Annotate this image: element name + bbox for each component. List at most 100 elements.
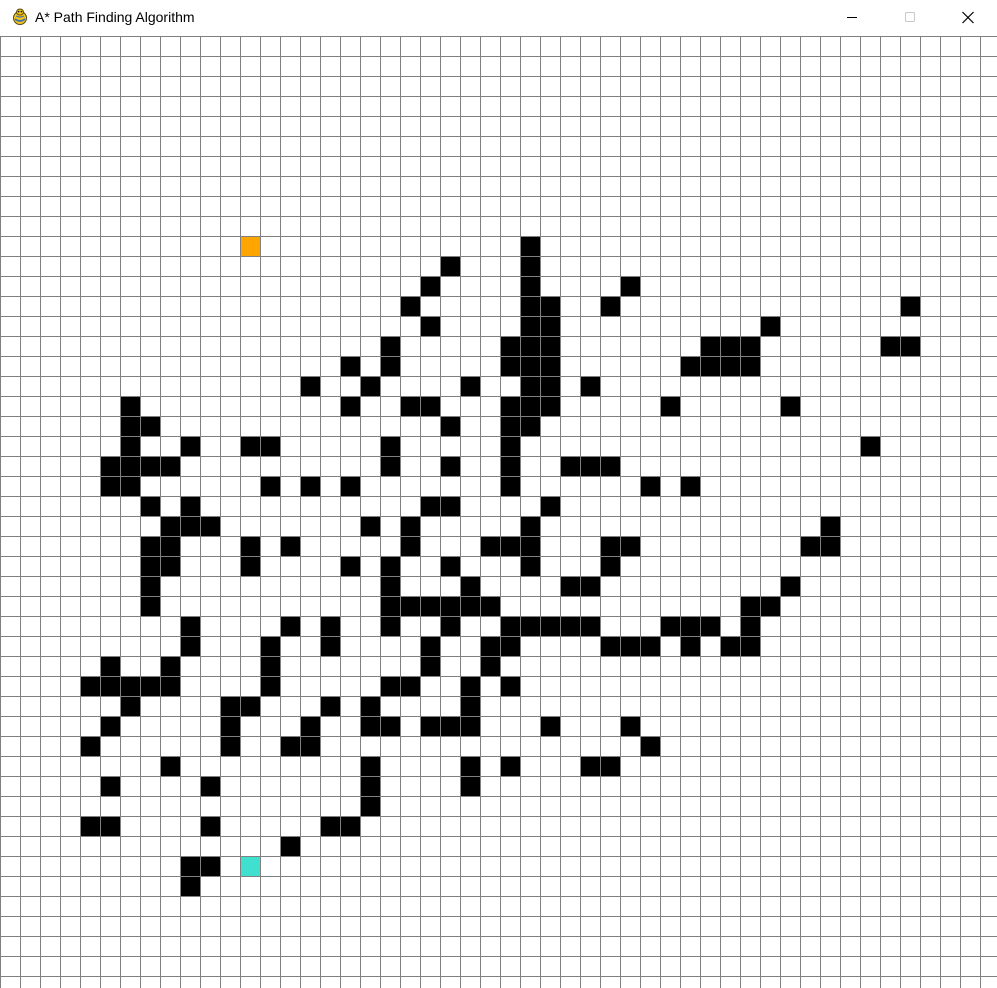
barrier-cell[interactable] [340,476,360,496]
title-bar[interactable]: A* Path Finding Algorithm [0,0,997,36]
barrier-cell[interactable] [360,776,380,796]
barrier-cell[interactable] [680,636,700,656]
barrier-cell[interactable] [140,536,160,556]
barrier-cell[interactable] [120,436,140,456]
barrier-cell[interactable] [520,276,540,296]
barrier-cell[interactable] [400,676,420,696]
barrier-cell[interactable] [760,596,780,616]
barrier-cell[interactable] [620,636,640,656]
barrier-cell[interactable] [600,536,620,556]
barrier-cell[interactable] [360,716,380,736]
barrier-cell[interactable] [120,696,140,716]
barrier-cell[interactable] [720,636,740,656]
barrier-cell[interactable] [220,716,240,736]
barrier-cell[interactable] [280,736,300,756]
barrier-cell[interactable] [100,776,120,796]
barrier-cell[interactable] [500,396,520,416]
barrier-cell[interactable] [680,476,700,496]
barrier-cell[interactable] [580,456,600,476]
barrier-cell[interactable] [200,856,220,876]
barrier-cell[interactable] [480,656,500,676]
end-node[interactable] [240,856,260,876]
barrier-cell[interactable] [500,536,520,556]
barrier-cell[interactable] [520,296,540,316]
barrier-cell[interactable] [120,456,140,476]
barrier-cell[interactable] [380,456,400,476]
barrier-cell[interactable] [380,676,400,696]
barrier-cell[interactable] [160,556,180,576]
barrier-cell[interactable] [680,616,700,636]
barrier-cell[interactable] [260,436,280,456]
barrier-cell[interactable] [500,456,520,476]
barrier-cell[interactable] [240,696,260,716]
barrier-cell[interactable] [240,436,260,456]
barrier-cell[interactable] [500,636,520,656]
barrier-cell[interactable] [140,576,160,596]
barrier-cell[interactable] [100,476,120,496]
barrier-cell[interactable] [620,276,640,296]
barrier-cell[interactable] [140,416,160,436]
barrier-cell[interactable] [180,496,200,516]
barrier-cell[interactable] [780,396,800,416]
barrier-cell[interactable] [420,496,440,516]
barrier-cell[interactable] [300,716,320,736]
barrier-cell[interactable] [360,376,380,396]
barrier-cell[interactable] [100,676,120,696]
close-button[interactable] [939,0,997,36]
barrier-cell[interactable] [580,376,600,396]
barrier-cell[interactable] [540,356,560,376]
barrier-cell[interactable] [120,416,140,436]
barrier-cell[interactable] [540,296,560,316]
barrier-cell[interactable] [180,436,200,456]
barrier-cell[interactable] [580,616,600,636]
barrier-cell[interactable] [360,756,380,776]
barrier-cell[interactable] [600,556,620,576]
barrier-cell[interactable] [520,236,540,256]
barrier-cell[interactable] [500,336,520,356]
barrier-cell[interactable] [340,356,360,376]
barrier-cell[interactable] [500,756,520,776]
barrier-cell[interactable] [320,636,340,656]
barrier-cell[interactable] [180,856,200,876]
barrier-cell[interactable] [460,376,480,396]
barrier-cell[interactable] [420,636,440,656]
barrier-cell[interactable] [320,616,340,636]
barrier-cell[interactable] [380,716,400,736]
barrier-cell[interactable] [520,416,540,436]
barrier-cell[interactable] [440,496,460,516]
barrier-cell[interactable] [100,716,120,736]
barrier-cell[interactable] [460,676,480,696]
barrier-cell[interactable] [460,776,480,796]
barrier-cell[interactable] [500,416,520,436]
barrier-cell[interactable] [520,516,540,536]
barrier-cell[interactable] [400,296,420,316]
barrier-cell[interactable] [260,656,280,676]
barrier-cell[interactable] [520,616,540,636]
barrier-cell[interactable] [420,596,440,616]
barrier-cell[interactable] [440,256,460,276]
barrier-cell[interactable] [360,516,380,536]
barrier-cell[interactable] [540,336,560,356]
barrier-cell[interactable] [600,456,620,476]
barrier-cell[interactable] [480,596,500,616]
barrier-cell[interactable] [460,596,480,616]
barrier-cell[interactable] [740,356,760,376]
barrier-cell[interactable] [520,536,540,556]
barrier-cell[interactable] [780,576,800,596]
barrier-cell[interactable] [440,556,460,576]
barrier-cell[interactable] [100,456,120,476]
barrier-cell[interactable] [440,716,460,736]
barrier-cell[interactable] [380,336,400,356]
barrier-cell[interactable] [400,396,420,416]
barrier-cell[interactable] [140,496,160,516]
barrier-cell[interactable] [160,756,180,776]
barrier-cell[interactable] [540,316,560,336]
barrier-cell[interactable] [560,576,580,596]
minimize-button[interactable] [823,0,881,36]
barrier-cell[interactable] [460,716,480,736]
barrier-cell[interactable] [280,616,300,636]
barrier-cell[interactable] [80,676,100,696]
barrier-cell[interactable] [180,616,200,636]
barrier-cell[interactable] [620,536,640,556]
barrier-cell[interactable] [500,676,520,696]
